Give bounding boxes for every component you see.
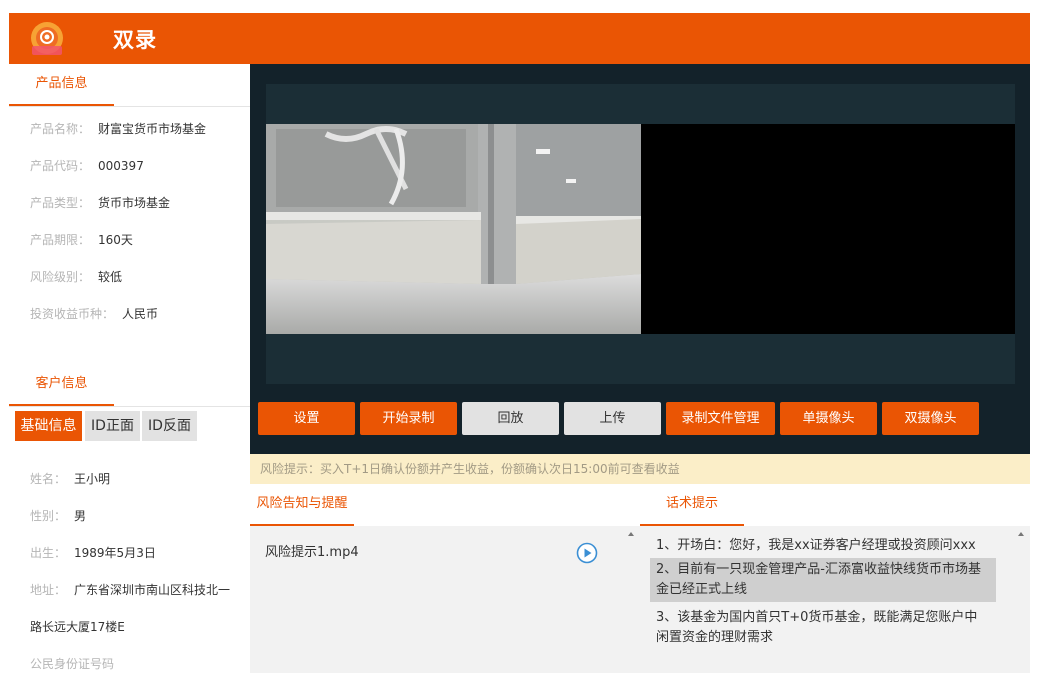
customer-address-value: 广东省深圳市南山区科技北一 [74,583,231,597]
product-code-label: 产品代码： [30,159,91,173]
product-term-label: 产品期限： [30,233,91,247]
scroll-up-arrow-icon[interactable] [628,532,634,536]
product-type-label: 产品类型： [30,196,91,210]
risk-file-list: 风险提示1.mp4 [250,526,625,673]
camera-feed-1 [266,124,641,334]
script-item: 1、开场白：您好，我是xx证券客户经理或投资顾问xxx [656,538,976,553]
currency-value: 人民币 [122,307,159,321]
app-header: 双录 [9,13,1030,64]
script-item-highlighted: 2、目前有一只现金管理产品-汇添富收益快线货币市场基金已经正式上线 [650,558,996,602]
product-name-row: 产品名称： 财富宝货币市场基金 [30,120,206,137]
tab-script-tips[interactable]: 话术提示 [640,484,744,526]
product-code-row: 产品代码： 000397 [30,157,144,174]
customer-birth-value: 1989年5月3日 [74,546,156,560]
tab-id-front[interactable]: ID正面 [85,411,140,441]
customer-address-cont-text: 路长远大厦17楼E [30,620,125,634]
left-info-panel: 产品信息 产品名称： 财富宝货币市场基金 产品代码： 000397 产品类型： 货币市… [9,64,250,673]
customer-address-row: 地址： 广东省深圳市南山区科技北一 [30,581,230,598]
upload-button[interactable]: 上传 [564,402,661,435]
customer-name-value: 王小明 [74,472,111,486]
play-circle-icon[interactable] [576,542,598,564]
product-name-value: 财富宝货币市场基金 [98,122,207,136]
app-title: 双录 [113,28,157,52]
list-scrollbar[interactable] [625,526,640,673]
script-item: 3、该基金为国内首只T+0货币基金，既能满足您账户中闲置资金的理财需求 [656,610,978,645]
customer-info-header: 客户信息 [9,364,250,407]
product-code-value: 000397 [98,159,144,173]
video-area: 设置 开始录制 回放 上传 录制文件管理 单摄像头 双摄像头 [250,64,1030,454]
product-name-label: 产品名称： [30,122,91,136]
customer-gender-label: 性别： [30,509,67,523]
customer-address-cont: 路长远大厦17楼E [30,618,125,635]
camera-feed-image [266,124,641,334]
right-main-panel: 设置 开始录制 回放 上传 录制文件管理 单摄像头 双摄像头 风险提示：买入T+… [250,64,1030,673]
product-term-row: 产品期限： 160天 [30,231,133,248]
script-scrollbar[interactable] [1013,526,1030,673]
customer-id-label: 公民身份证号码 [30,657,115,671]
customer-id-row: 公民身份证号码 [30,655,114,672]
camera-logo-icon [31,22,63,55]
customer-gender-value: 男 [74,509,87,523]
customer-name-row: 姓名： 王小明 [30,470,110,487]
customer-birth-label: 出生： [30,546,67,560]
lower-tab-bar: 风险告知与提醒 话术提示 [250,484,1030,526]
product-type-row: 产品类型： 货币市场基金 [30,194,170,211]
currency-row: 投资收益币种： 人民币 [30,305,158,322]
customer-birth-row: 出生： 1989年5月3日 [30,544,156,561]
product-info-title: 产品信息 [9,64,114,106]
risk-level-row: 风险级别： 较低 [30,268,122,285]
start-record-button[interactable]: 开始录制 [360,402,457,435]
product-type-value: 货币市场基金 [98,196,171,210]
playback-button[interactable]: 回放 [462,402,559,435]
tab-id-back[interactable]: ID反面 [142,411,197,441]
file-manage-button[interactable]: 录制文件管理 [666,402,775,435]
risk-level-value: 较低 [98,270,123,284]
customer-gender-row: 性别： 男 [30,507,86,524]
camera-feed-2 [641,124,1015,334]
product-term-value: 160天 [98,233,133,247]
currency-label: 投资收益币种： [30,307,115,321]
product-info-header: 产品信息 [9,64,250,107]
scroll-up-arrow-icon[interactable] [1018,532,1024,536]
tab-risk-notice[interactable]: 风险告知与提醒 [250,484,354,526]
customer-address-label: 地址： [30,583,67,597]
settings-button[interactable]: 设置 [258,402,355,435]
script-list: 1、开场白：您好，我是xx证券客户经理或投资顾问xxx 2、目前有一只现金管理产… [640,526,1013,673]
risk-file-name[interactable]: 风险提示1.mp4 [265,541,359,560]
tab-basic-info[interactable]: 基础信息 [15,411,82,441]
risk-level-label: 风险级别： [30,270,91,284]
single-camera-button[interactable]: 单摄像头 [780,402,877,435]
customer-name-label: 姓名： [30,472,67,486]
dual-camera-button[interactable]: 双摄像头 [882,402,979,435]
risk-tip-bar: 风险提示：买入T+1日确认份额并产生收益，份额确认次日15:00前可查看收益 [250,454,1030,484]
app-window: 双录 产品信息 产品名称： 财富宝货币市场基金 产品代码： 000397 产品类型：… [9,13,1030,673]
video-container [266,84,1015,384]
customer-info-title: 客户信息 [9,364,114,406]
